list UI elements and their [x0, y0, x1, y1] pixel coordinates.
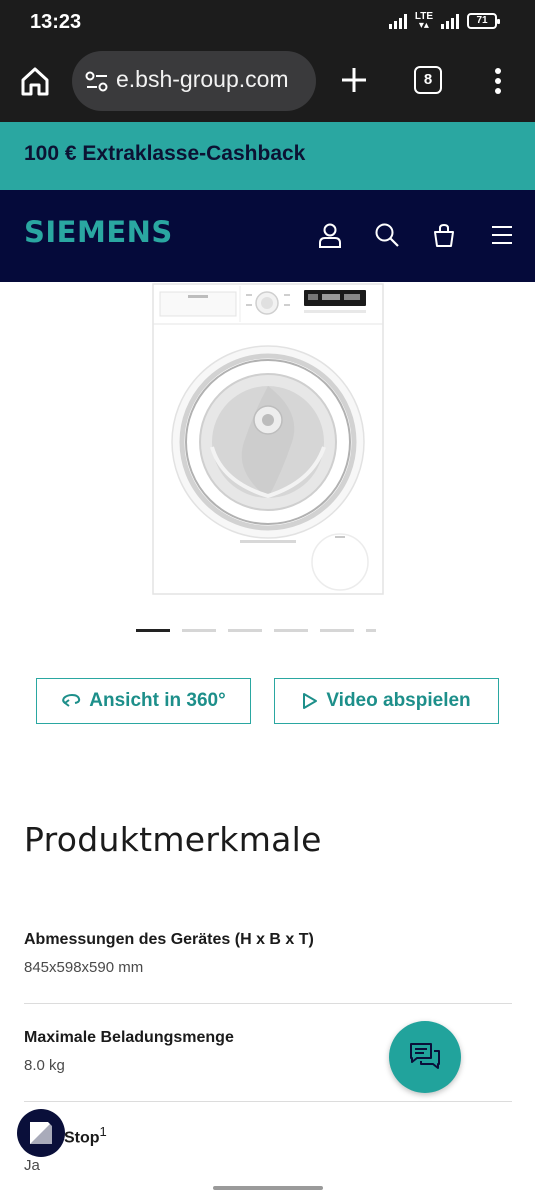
section-title-product-features: Produktmerkmale: [24, 820, 322, 859]
view-360-button[interactable]: Ansicht in 360°: [36, 678, 251, 724]
rotate-360-icon: [62, 693, 81, 707]
status-time: 13:23: [30, 11, 82, 33]
accessibility-icon: [30, 1122, 52, 1144]
plus-icon: [342, 68, 366, 92]
product-image-washing-machine[interactable]: [152, 282, 384, 596]
accessibility-button[interactable]: [17, 1109, 65, 1157]
signal-icon: [388, 13, 407, 29]
site-settings-icon[interactable]: [84, 69, 110, 95]
promo-banner[interactable]: 100 € Extraklasse-Cashback: [0, 122, 535, 190]
status-indicators: LTE ▾▴ 71: [388, 11, 500, 31]
divider: [24, 1003, 512, 1004]
gesture-navigation-bar[interactable]: [213, 1186, 323, 1190]
footnote-marker[interactable]: 1: [100, 1124, 107, 1139]
feature-value: Ja: [24, 1157, 40, 1175]
home-icon[interactable]: [18, 64, 52, 98]
chat-icon: [410, 1043, 440, 1069]
play-icon: [303, 693, 318, 709]
battery-icon: 71: [467, 13, 500, 29]
siemens-logo[interactable]: SIEMENS: [24, 215, 173, 249]
site-header: SIEMENS: [0, 190, 535, 282]
carousel-dot-2[interactable]: [182, 629, 216, 632]
url-text: e.bsh-group.com: [116, 66, 289, 92]
feature-value: 845x598x590 mm: [24, 959, 144, 976]
carousel-dot-4[interactable]: [274, 629, 308, 632]
view-360-label: Ansicht in 360°: [89, 690, 226, 711]
feature-item-dimensions: Abmessungen des Gerätes (H x B x T) 845x…: [24, 931, 512, 976]
browser-toolbar: e.bsh-group.com 8: [0, 44, 535, 122]
feature-label: Stop1: [64, 1124, 107, 1147]
user-icon[interactable]: [317, 222, 343, 248]
tabs-button[interactable]: 8: [414, 66, 442, 94]
carousel-dot-6[interactable]: [366, 629, 376, 632]
new-tab-button[interactable]: [338, 64, 370, 96]
search-icon[interactable]: [374, 222, 400, 248]
chat-button[interactable]: [389, 1021, 461, 1093]
carousel-dot-3[interactable]: [228, 629, 262, 632]
signal-icon-2: [441, 13, 459, 29]
promo-banner-text: 100 € Extraklasse-Cashback: [24, 142, 306, 165]
play-video-label: Video abspielen: [326, 690, 471, 711]
menu-icon[interactable]: [489, 222, 515, 248]
basket-icon[interactable]: [431, 222, 457, 248]
more-vert-icon[interactable]: [486, 64, 510, 98]
play-video-button[interactable]: Video abspielen: [274, 678, 499, 724]
divider: [24, 1101, 512, 1102]
address-bar[interactable]: e.bsh-group.com: [72, 51, 316, 111]
status-bar: 13:23 LTE ▾▴ 71: [0, 0, 535, 44]
carousel-dot-5[interactable]: [320, 629, 354, 632]
carousel-dot-1[interactable]: [136, 629, 170, 632]
feature-label: Abmessungen des Gerätes (H x B x T): [24, 931, 314, 948]
feature-item-stop: Stop1 Ja: [24, 1124, 512, 1174]
network-type: LTE ▾▴: [414, 11, 433, 31]
